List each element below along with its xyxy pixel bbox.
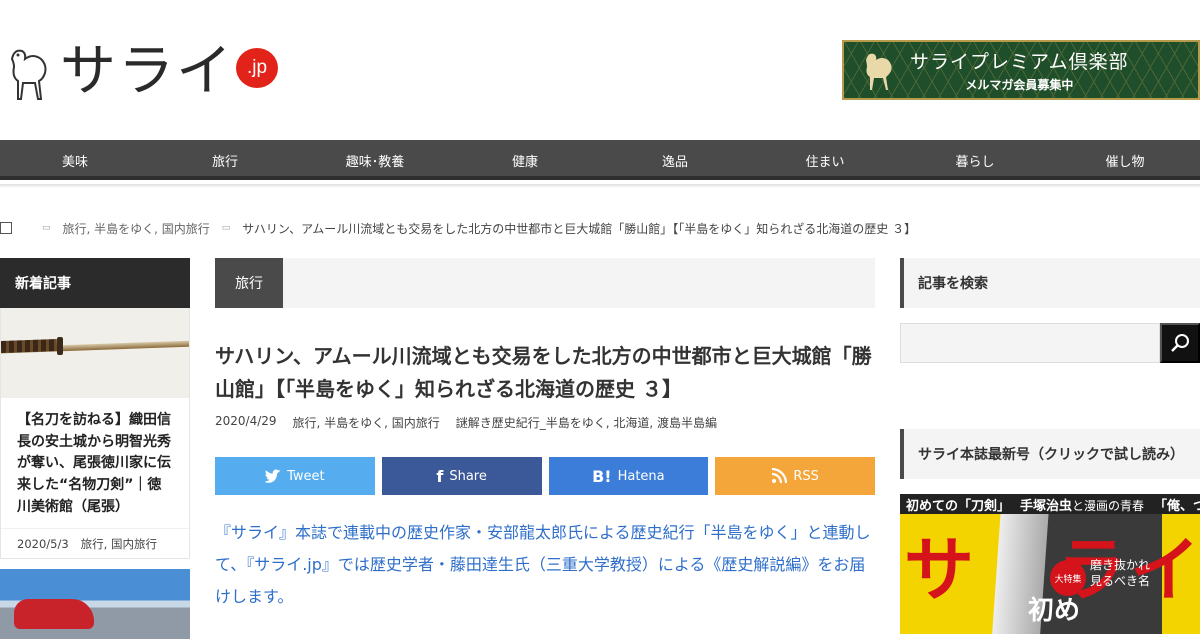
article-card-2-thumbnail[interactable] (0, 569, 190, 639)
magazine-top-feature-2b: と漫画の青春 (1072, 498, 1145, 513)
tweet-button[interactable]: Tweet (215, 457, 375, 495)
nav-item-events[interactable]: 催し物 (1050, 140, 1200, 180)
nav-item-housing[interactable]: 住まい (750, 140, 900, 180)
home-icon[interactable] (0, 222, 12, 234)
magazine-heading: サライ本誌最新号（クリックで試し読み） (900, 429, 1200, 479)
sword-guard (57, 337, 63, 355)
logo-jp-badge: .jp (236, 48, 278, 88)
sword-handle (1, 339, 58, 353)
category-bar: 旅行 (215, 258, 875, 308)
nav-item-travel[interactable]: 旅行 (150, 140, 300, 180)
site-logo[interactable]: サライ .jp (4, 36, 284, 108)
magazine-top-feature-2: 手塚治虫 (1020, 498, 1073, 514)
camel-icon (866, 53, 892, 90)
premium-subtitle: メルマガ会員募集中 (965, 78, 1074, 92)
search-input[interactable] (900, 323, 1160, 363)
new-articles-heading: 新着記事 (0, 258, 190, 308)
article-categories[interactable]: 旅行, 半島をゆく, 国内旅行 (293, 414, 440, 431)
rss-button[interactable]: RSS (715, 457, 875, 495)
nav-shadow (0, 184, 1200, 188)
article-card-categories: 旅行, 国内旅行 (80, 536, 157, 551)
rss-icon (772, 468, 788, 484)
magazine-top-feature-1: 初めての「刀剣」 (906, 498, 1011, 514)
magazine-top-feature-3: 「俺、つしま」 (1154, 498, 1200, 514)
magazine-copy: 磨き抜かれ 見るべき名 (1090, 558, 1151, 588)
magazine-cover-header: 初めての「刀剣」 手塚治虫と漫画の青春 「俺、つしま」 (900, 494, 1200, 514)
article-card-date: 2020/5/3 (17, 536, 69, 551)
camel-logo-icon (10, 49, 47, 100)
premium-club-banner[interactable]: サライプレミアム倶楽部 メルマガ会員募集中 (842, 40, 1200, 100)
share-label: Share (449, 468, 487, 484)
search-icon (1171, 334, 1189, 352)
premium-title: サライプレミアム倶楽部 (910, 51, 1129, 73)
global-nav: 美味 旅行 趣味･教養 健康 逸品 住まい 暮らし 催し物 (0, 140, 1200, 180)
left-sidebar: 新着記事 【名刀を訪ねる】織田信長の安土城から明智光秀が奪い、尾張徳川家に伝来し… (0, 258, 190, 639)
magazine-headline: 初め (1028, 596, 1081, 626)
article-meta: 2020/4/29 旅行, 半島をゆく, 国内旅行 謎解き歴史紀行_半島をゆく,… (215, 414, 875, 431)
hatena-icon: B! (592, 466, 612, 486)
breadcrumb-current: サハリン、アムール川流域とも交易をした北方の中世都市と巨大城館「勝山館」【「半島… (242, 221, 917, 236)
article-main: 旅行 サハリン、アムール川流域とも交易をした北方の中世都市と巨大城館「勝山館」【… (215, 258, 875, 613)
article-card-title: 【名刀を訪ねる】織田信長の安土城から明智光秀が奪い、尾張徳川家に伝来した“名物刀… (17, 412, 171, 515)
rss-label: RSS (793, 468, 819, 484)
site-header: サライ .jp サライプレミアム倶楽部 メルマガ会員募集中 (0, 0, 1200, 140)
magazine-cover[interactable]: 初めての「刀剣」 手塚治虫と漫画の青春 「俺、つしま」 サ ラ イ 大特集 磨き… (900, 494, 1200, 634)
nav-item-living[interactable]: 暮らし (900, 140, 1050, 180)
hatena-label: Hatena (617, 468, 665, 484)
search-button[interactable] (1160, 323, 1200, 363)
search-heading: 記事を検索 (900, 258, 1200, 308)
article-lead: 『サライ』本誌で連載中の歴史作家・安部龍太郎氏による歴史紀行「半島をゆく」と連動… (215, 523, 871, 606)
magazine-logo-char: サ (904, 528, 974, 611)
search-form (900, 323, 1200, 363)
facebook-share-button[interactable]: f Share (381, 457, 542, 495)
article-tags[interactable]: 謎解き歴史紀行_半島をゆく, 北海道, 渡島半島編 (456, 414, 717, 431)
breadcrumb-separator-icon: ▭ (42, 223, 51, 233)
nav-item-goods[interactable]: 逸品 (600, 140, 750, 180)
facebook-icon: f (436, 466, 444, 486)
article-card[interactable]: 【名刀を訪ねる】織田信長の安土城から明智光秀が奪い、尾張徳川家に伝来した“名物刀… (0, 308, 190, 560)
article-card-meta: 2020/5/3 旅行, 国内旅行 (1, 528, 189, 558)
breadcrumb: ▭ 旅行, 半島をゆく, 国内旅行 ▭ サハリン、アムール川流域とも交易をした北… (0, 218, 916, 238)
article-title: サハリン、アムール川流域とも交易をした北方の中世都市と巨大城館「勝山館」【「半島… (215, 344, 872, 401)
nav-item-health[interactable]: 健康 (450, 140, 600, 180)
logo-wordmark: サライ (60, 39, 234, 104)
tweet-label: Tweet (287, 468, 325, 484)
breadcrumb-category[interactable]: 旅行, 半島をゆく, 国内旅行 (63, 220, 210, 237)
category-tab-travel[interactable]: 旅行 (215, 258, 283, 308)
right-sidebar: 記事を検索 サライ本誌最新号（クリックで試し読み） 初めての「刀剣」 手塚治虫と… (900, 258, 1200, 634)
twitter-icon (265, 469, 282, 483)
nav-item-hobby[interactable]: 趣味･教養 (300, 140, 450, 180)
article-thumbnail (1, 308, 189, 398)
breadcrumb-separator-icon: ▭ (221, 223, 231, 233)
article-date: 2020/4/29 (215, 414, 277, 428)
hatena-button[interactable]: B! Hatena (548, 457, 709, 495)
nav-item-bimi[interactable]: 美味 (0, 140, 150, 180)
car-image (14, 599, 94, 630)
share-buttons: Tweet f Share B! Hatena RSS (215, 457, 875, 495)
